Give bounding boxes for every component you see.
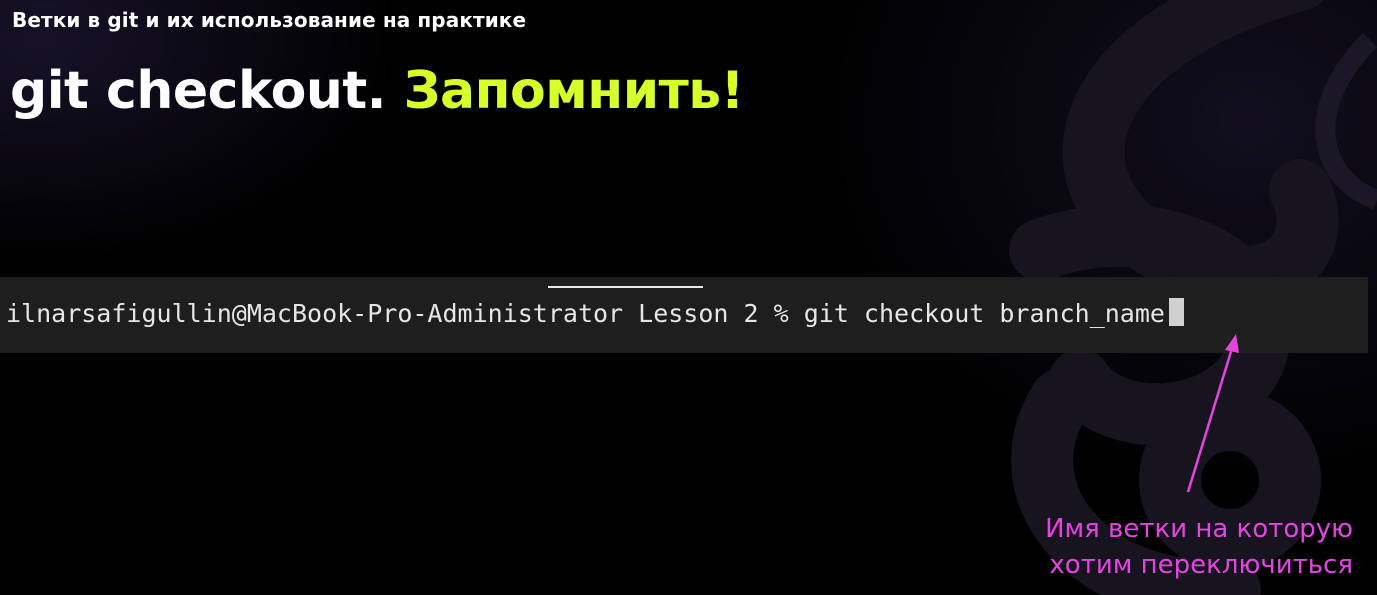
terminal-window[interactable]: ilnarsafigullin@MacBook-Pro-Administrato… bbox=[0, 277, 1368, 353]
annotation-line-1: Имя ветки на которую bbox=[1045, 514, 1353, 544]
slide: Ветки в git и их использование на практи… bbox=[0, 0, 1377, 595]
terminal-command-text: ilnarsafigullin@MacBook-Pro-Administrato… bbox=[6, 299, 1165, 328]
lesson-subtitle: Ветки в git и их использование на практи… bbox=[12, 8, 527, 32]
annotation-note: Имя ветки на которую хотим переключиться bbox=[1017, 511, 1353, 583]
page-title: git checkout. Запомнить! bbox=[10, 56, 744, 126]
terminal-command-line[interactable]: ilnarsafigullin@MacBook-Pro-Administrato… bbox=[6, 296, 1184, 332]
title-accent: Запомнить! bbox=[403, 61, 745, 121]
terminal-divider bbox=[548, 286, 703, 288]
title-main: git checkout. bbox=[10, 61, 386, 121]
annotation-line-2: хотим переключиться bbox=[1049, 550, 1353, 580]
terminal-cursor bbox=[1168, 298, 1184, 326]
